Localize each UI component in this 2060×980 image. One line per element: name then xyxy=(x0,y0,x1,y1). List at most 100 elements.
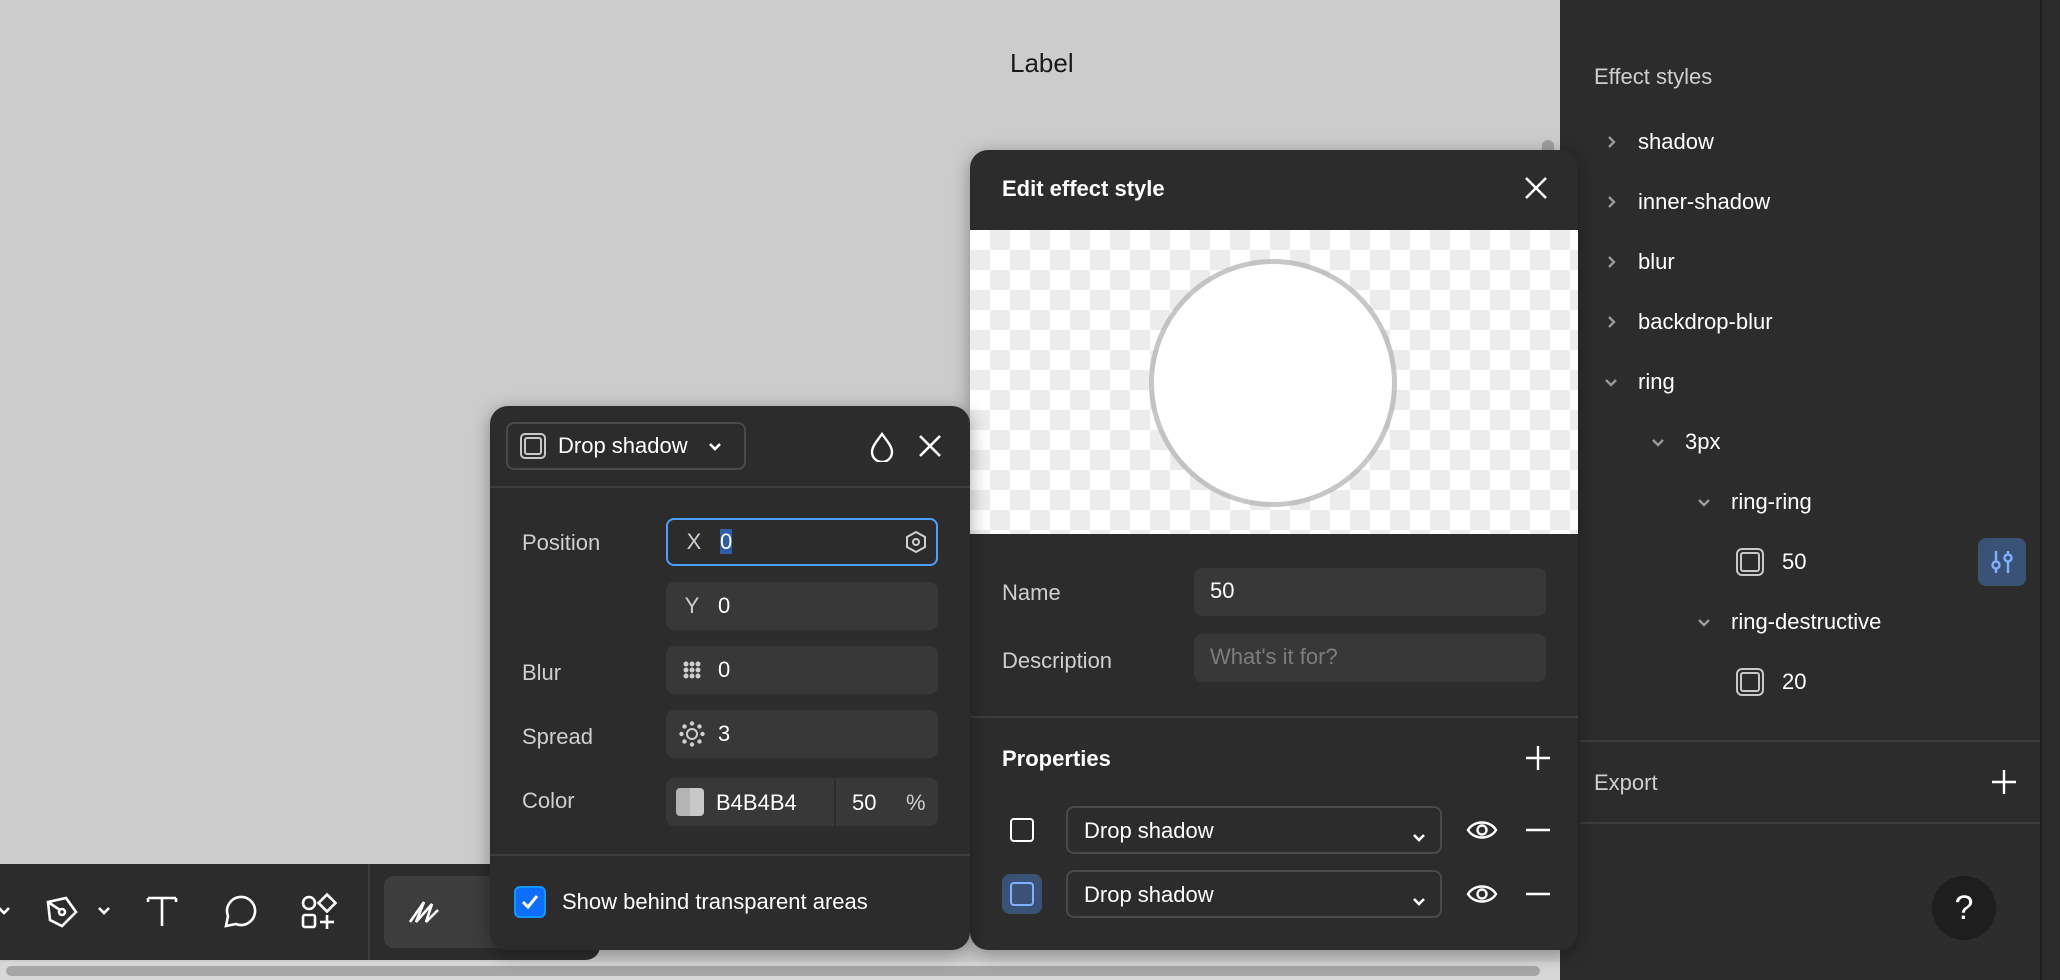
style-name-input[interactable]: 50 xyxy=(1194,568,1546,616)
shapes-plus-icon xyxy=(301,892,338,929)
eye-icon xyxy=(1466,885,1498,903)
tree-item-label: ring-ring xyxy=(1731,489,1812,514)
show-behind-checkbox[interactable] xyxy=(514,886,546,918)
text-icon xyxy=(146,896,178,926)
drop-shadow-settings-popover: Drop shadow Position X 0 Y 0 Blur 0 Spre… xyxy=(490,406,970,950)
pen-tool-caret[interactable] xyxy=(96,902,116,922)
horizontal-scrollbar-thumb[interactable] xyxy=(6,966,1540,976)
eye-icon xyxy=(1466,821,1498,839)
plus-icon xyxy=(1992,770,2016,794)
pen-tool-button[interactable] xyxy=(30,880,94,944)
tree-item-label: 3px xyxy=(1685,429,1721,454)
scribble-icon xyxy=(408,901,439,923)
y-position-input[interactable]: Y 0 xyxy=(666,582,938,630)
y-prefix: Y xyxy=(684,593,700,618)
color-swatch[interactable] xyxy=(676,788,704,816)
effect-style-icon xyxy=(1736,668,1764,696)
chevron-right-icon[interactable] xyxy=(1600,131,1622,153)
close-icon xyxy=(919,435,941,457)
spread-value: 3 xyxy=(718,721,731,746)
tree-item-ring-ring[interactable]: ring-ring xyxy=(1693,489,1812,515)
effect-settings-toggle[interactable] xyxy=(1002,810,1042,850)
visibility-toggle[interactable] xyxy=(1466,814,1498,846)
effect-type-select[interactable]: Drop shadow xyxy=(1066,870,1442,918)
blur-input[interactable]: 0 xyxy=(666,646,938,694)
frame-tool-caret[interactable] xyxy=(0,902,16,922)
canvas-label-text[interactable]: Label xyxy=(1010,48,1074,79)
spread-icon xyxy=(666,721,718,747)
color-hex-value[interactable]: B4B4B4 xyxy=(716,790,797,816)
chevron-right-icon[interactable] xyxy=(1600,311,1622,333)
text-tool-button[interactable] xyxy=(130,880,194,944)
tree-item-blur[interactable]: blur xyxy=(1600,249,1675,275)
effect-type-value: Drop shadow xyxy=(1084,882,1214,907)
add-property-button[interactable] xyxy=(1522,742,1554,774)
draw-mode-button[interactable] xyxy=(392,880,456,944)
chevron-down-icon[interactable] xyxy=(1647,431,1669,453)
tree-style-50[interactable]: 50 xyxy=(1736,548,1806,576)
tree-item-backdrop-blur[interactable]: backdrop-blur xyxy=(1600,309,1773,335)
export-heading: Export xyxy=(1594,770,1658,795)
properties-heading: Properties xyxy=(1002,746,1111,771)
blur-dots-icon xyxy=(666,657,718,683)
tree-item-ring[interactable]: ring xyxy=(1600,369,1675,395)
edit-effect-style-dialog: Edit effect style Name 50 Description Wh… xyxy=(970,150,1578,950)
variable-hexagon-icon[interactable] xyxy=(896,530,936,554)
comment-tool-button[interactable] xyxy=(208,880,272,944)
close-dialog-button[interactable] xyxy=(1522,174,1554,206)
show-behind-transparent-option[interactable]: Show behind transparent areas xyxy=(514,886,868,918)
blur-value: 0 xyxy=(718,657,731,682)
tree-style-20[interactable]: 20 xyxy=(1736,668,1806,696)
remove-property-button[interactable] xyxy=(1524,814,1552,846)
x-position-input[interactable]: X 0 xyxy=(666,518,938,566)
description-input[interactable]: What's it for? xyxy=(1194,634,1546,682)
tree-item-3px[interactable]: 3px xyxy=(1647,429,1720,455)
edit-style-button[interactable] xyxy=(1978,538,2026,586)
help-button[interactable]: ? xyxy=(1932,876,1996,940)
effect-type-label: Drop shadow xyxy=(558,433,688,458)
spread-label: Spread xyxy=(522,724,593,749)
visibility-toggle[interactable] xyxy=(1466,878,1498,910)
tree-item-ring-destructive[interactable]: ring-destructive xyxy=(1693,609,1881,635)
effect-type-dropdown[interactable]: Drop shadow xyxy=(506,422,746,470)
dialog-divider xyxy=(970,716,1578,718)
effect-type-select[interactable]: Drop shadow xyxy=(1066,806,1442,854)
spread-input[interactable]: 3 xyxy=(666,710,938,758)
shadow-color-input[interactable]: B4B4B4 50 % xyxy=(666,778,938,826)
tree-item-shadow[interactable]: shadow xyxy=(1600,129,1714,155)
description-label: Description xyxy=(1002,648,1113,673)
tree-item-inner-shadow[interactable]: inner-shadow xyxy=(1600,189,1770,215)
section-divider xyxy=(1580,822,2040,824)
chevron-right-icon[interactable] xyxy=(1600,191,1622,213)
tree-item-label: backdrop-blur xyxy=(1638,309,1773,334)
tree-item-label: blur xyxy=(1638,249,1675,274)
opacity-value[interactable]: 50 xyxy=(852,790,876,816)
property-row: Drop shadow xyxy=(970,806,1578,854)
y-value: 0 xyxy=(718,593,731,618)
chevron-down-icon xyxy=(1412,824,1426,842)
name-label: Name xyxy=(1002,580,1061,605)
section-divider xyxy=(1580,740,2040,742)
minus-icon xyxy=(1526,828,1550,832)
chevron-right-icon[interactable] xyxy=(1600,251,1622,273)
actions-tool-button[interactable] xyxy=(286,880,350,944)
pen-icon xyxy=(46,896,78,928)
add-export-button[interactable] xyxy=(1988,766,2020,798)
droplet-icon xyxy=(870,432,894,464)
chevron-down-icon[interactable] xyxy=(1693,491,1715,513)
plus-icon xyxy=(1526,746,1550,770)
tree-item-label: 20 xyxy=(1782,669,1807,694)
popover-divider xyxy=(490,486,970,488)
tree-item-label: shadow xyxy=(1638,129,1714,154)
effect-settings-toggle[interactable] xyxy=(1002,874,1042,914)
chevron-down-icon[interactable] xyxy=(1693,611,1715,633)
effect-style-icon xyxy=(1736,548,1764,576)
close-popover-button[interactable] xyxy=(916,432,944,460)
comment-icon xyxy=(224,895,257,928)
remove-property-button[interactable] xyxy=(1524,878,1552,910)
effect-square-icon xyxy=(1010,882,1034,906)
chevron-down-icon[interactable] xyxy=(1600,371,1622,393)
x-prefix: X xyxy=(686,529,702,554)
blend-mode-button[interactable] xyxy=(868,432,896,464)
effect-preview xyxy=(970,230,1578,534)
